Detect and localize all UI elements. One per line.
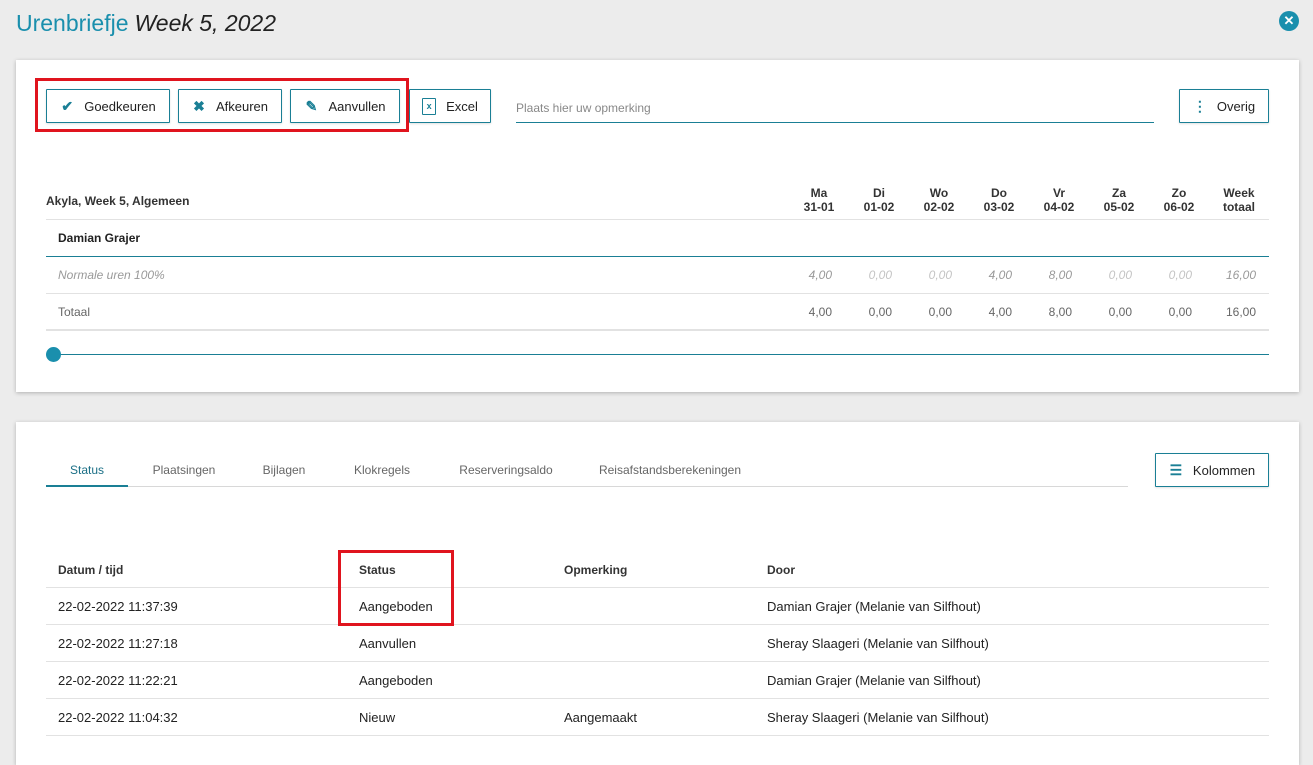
hour-value: 4,00 [808,305,832,319]
status-table-header: Datum / tijd Status Opmerking Door [46,552,1269,588]
tab-status[interactable]: Status [46,454,128,487]
employee-name: Damian Grajer [58,231,141,245]
kolommen-button[interactable]: ☰ Kolommen [1155,453,1269,487]
tab-reisafstandsberekeningen[interactable]: Reisafstandsberekeningen [594,454,746,487]
table-row: 22-02-2022 11:04:32 Nieuw Aangemaakt She… [46,699,1269,736]
kebab-menu-icon: ⋮ [1192,97,1207,114]
hour-value: 8,00 [1048,268,1072,282]
tab-bijlagen[interactable]: Bijlagen [256,454,312,487]
hour-value: 4,00 [988,305,1012,319]
pencil-icon: ✎ [305,97,318,114]
cell-datum: 22-02-2022 11:37:39 [58,599,178,614]
column-header-datum: Datum / tijd [58,563,124,577]
tab-reserveringsaldo[interactable]: Reserveringsaldo [452,454,560,487]
column-header-door: Door [767,563,795,577]
aanvullen-button[interactable]: ✎ Aanvullen [290,89,400,123]
close-icon[interactable]: ✕ [1279,11,1299,31]
total-row: Totaal 4,00 0,00 0,00 4,00 8,00 0,00 0,0… [46,294,1269,331]
excel-label: Excel [446,98,478,114]
hour-value: 8,00 [1048,305,1072,319]
employee-row: Damian Grajer [46,220,1269,257]
row-label: Normale uren 100% [58,268,165,282]
cell-door: Sheray Slaageri (Melanie van Silfhout) [767,710,989,725]
hour-value: 4,00 [808,268,832,282]
hours-row: Normale uren 100% 4,00 0,00 0,00 4,00 8,… [46,257,1269,294]
cell-door: Damian Grajer (Melanie van Silfhout) [767,673,981,688]
check-icon: ✔ [61,97,74,114]
column-header-status: Status [359,563,396,577]
hour-value: 0,00 [928,305,952,319]
afkeuren-button[interactable]: ✖ Afkeuren [178,89,282,123]
cell-opmerking: Aangemaakt [564,710,637,725]
list-icon: ☰ [1169,461,1183,478]
cross-icon: ✖ [193,97,205,114]
overig-label: Overig [1216,98,1256,114]
aanvullen-label: Aanvullen [328,98,386,114]
horizontal-scroll-handle[interactable] [46,347,61,362]
hour-value: 16,00 [1225,305,1256,319]
day-header: Di 01-02 [863,186,895,214]
group-label: Akyla, Week 5, Algemeen [46,194,190,208]
hour-value: 16,00 [1225,268,1256,282]
status-card: Status Plaatsingen Bijlagen Klokregels R… [16,422,1299,765]
cell-status: Aanvullen [359,636,417,651]
table-row: 22-02-2022 11:22:21 Aangeboden Damian Gr… [46,662,1269,699]
cell-datum: 22-02-2022 11:27:18 [58,636,178,651]
week-total-header: Week totaal [1222,186,1255,214]
hour-value: 0,00 [1168,305,1192,319]
table-row: 22-02-2022 11:27:18 Aanvullen Sheray Sla… [46,625,1269,662]
day-header: Do 03-02 [983,186,1015,214]
overig-button[interactable]: ⋮ Overig [1179,89,1269,123]
excel-button[interactable]: x Excel [409,89,491,123]
afkeuren-label: Afkeuren [215,98,269,114]
app-title: Urenbriefje [16,10,129,36]
day-header: Wo 02-02 [923,186,955,214]
cell-status: Aangeboden [359,599,433,614]
page-title: Urenbriefje Week 5, 2022 [16,8,276,38]
excel-file-icon: x [422,97,437,115]
kolommen-label: Kolommen [1192,462,1256,478]
hour-value: 4,00 [988,268,1012,282]
cell-datum: 22-02-2022 11:22:21 [58,673,178,688]
hour-value: 0,00 [1108,305,1132,319]
goedkeuren-label: Goedkeuren [84,98,156,114]
cell-status: Aangeboden [359,673,433,688]
tab-bar: Status Plaatsingen Bijlagen Klokregels R… [46,454,1128,487]
hour-value: 0,00 [928,268,952,282]
comment-input[interactable] [516,93,1154,123]
column-header-opmerking: Opmerking [564,563,628,577]
day-header: Za 05-02 [1103,186,1135,214]
day-header: Vr 04-02 [1043,186,1075,214]
cell-status: Nieuw [359,710,396,725]
day-header: Zo 06-02 [1163,186,1195,214]
cell-datum: 22-02-2022 11:04:32 [58,710,178,725]
horizontal-scroll-track[interactable] [54,354,1269,355]
hour-value: 0,00 [868,305,892,319]
tab-plaatsingen[interactable]: Plaatsingen [146,454,222,487]
day-header: Ma 31-01 [803,186,835,214]
hour-value: 0,00 [1168,268,1192,282]
hours-card: ✔ Goedkeuren ✖ Afkeuren ✎ Aanvullen x Ex… [16,60,1299,392]
tab-klokregels[interactable]: Klokregels [346,454,418,487]
goedkeuren-button[interactable]: ✔ Goedkeuren [46,89,170,123]
hour-value: 0,00 [868,268,892,282]
table-row: 22-02-2022 11:37:39 Aangeboden Damian Gr… [46,588,1269,625]
cell-door: Damian Grajer (Melanie van Silfhout) [767,599,981,614]
row-label: Totaal [58,305,91,319]
hours-header: Akyla, Week 5, Algemeen Ma 31-01 Di 01-02 … [46,184,1269,220]
cell-door: Sheray Slaageri (Melanie van Silfhout) [767,636,989,651]
hour-value: 0,00 [1108,268,1132,282]
week-title: Week 5, 2022 [134,10,277,36]
